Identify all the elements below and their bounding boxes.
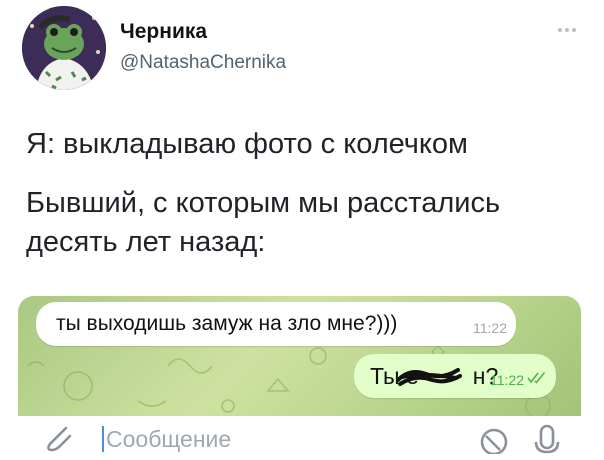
chat-screenshot: ты выходишь замуж на зло мне?))) 11:22 Т… [18, 296, 581, 460]
tweet-line-3: десять лет назад: [26, 226, 266, 258]
scribbled-out-censor-mark [396, 368, 462, 386]
tweet-line-1: Я: выкладываю фото с колечком [26, 128, 468, 160]
outgoing-message[interactable]: Ты е н? 11:22 [354, 354, 556, 398]
paperclip-icon[interactable] [40, 420, 76, 454]
sticker-icon[interactable] [476, 420, 512, 454]
microphone-icon[interactable] [532, 420, 562, 454]
incoming-message[interactable]: ты выходишь замуж на зло мне?))) 11:22 [36, 302, 516, 346]
frog-avatar-image [22, 6, 106, 90]
read-double-check-icon [527, 372, 546, 384]
text-cursor [102, 426, 104, 452]
more-dots-icon[interactable] [558, 24, 586, 36]
message-input[interactable]: Сообщение [106, 426, 231, 453]
tweet-line-2: Бывший, с которым мы расстались [26, 187, 501, 219]
incoming-message-text: ты выходишь замуж на зло мне?))) [56, 312, 398, 335]
author-name[interactable]: Черника [120, 20, 207, 44]
outgoing-message-time: 11:22 [490, 372, 524, 388]
incoming-message-time: 11:22 [473, 320, 507, 336]
avatar[interactable] [22, 6, 106, 90]
author-handle[interactable]: @NatashaChernika [120, 52, 286, 74]
message-input-bar: Сообщение [18, 416, 581, 460]
